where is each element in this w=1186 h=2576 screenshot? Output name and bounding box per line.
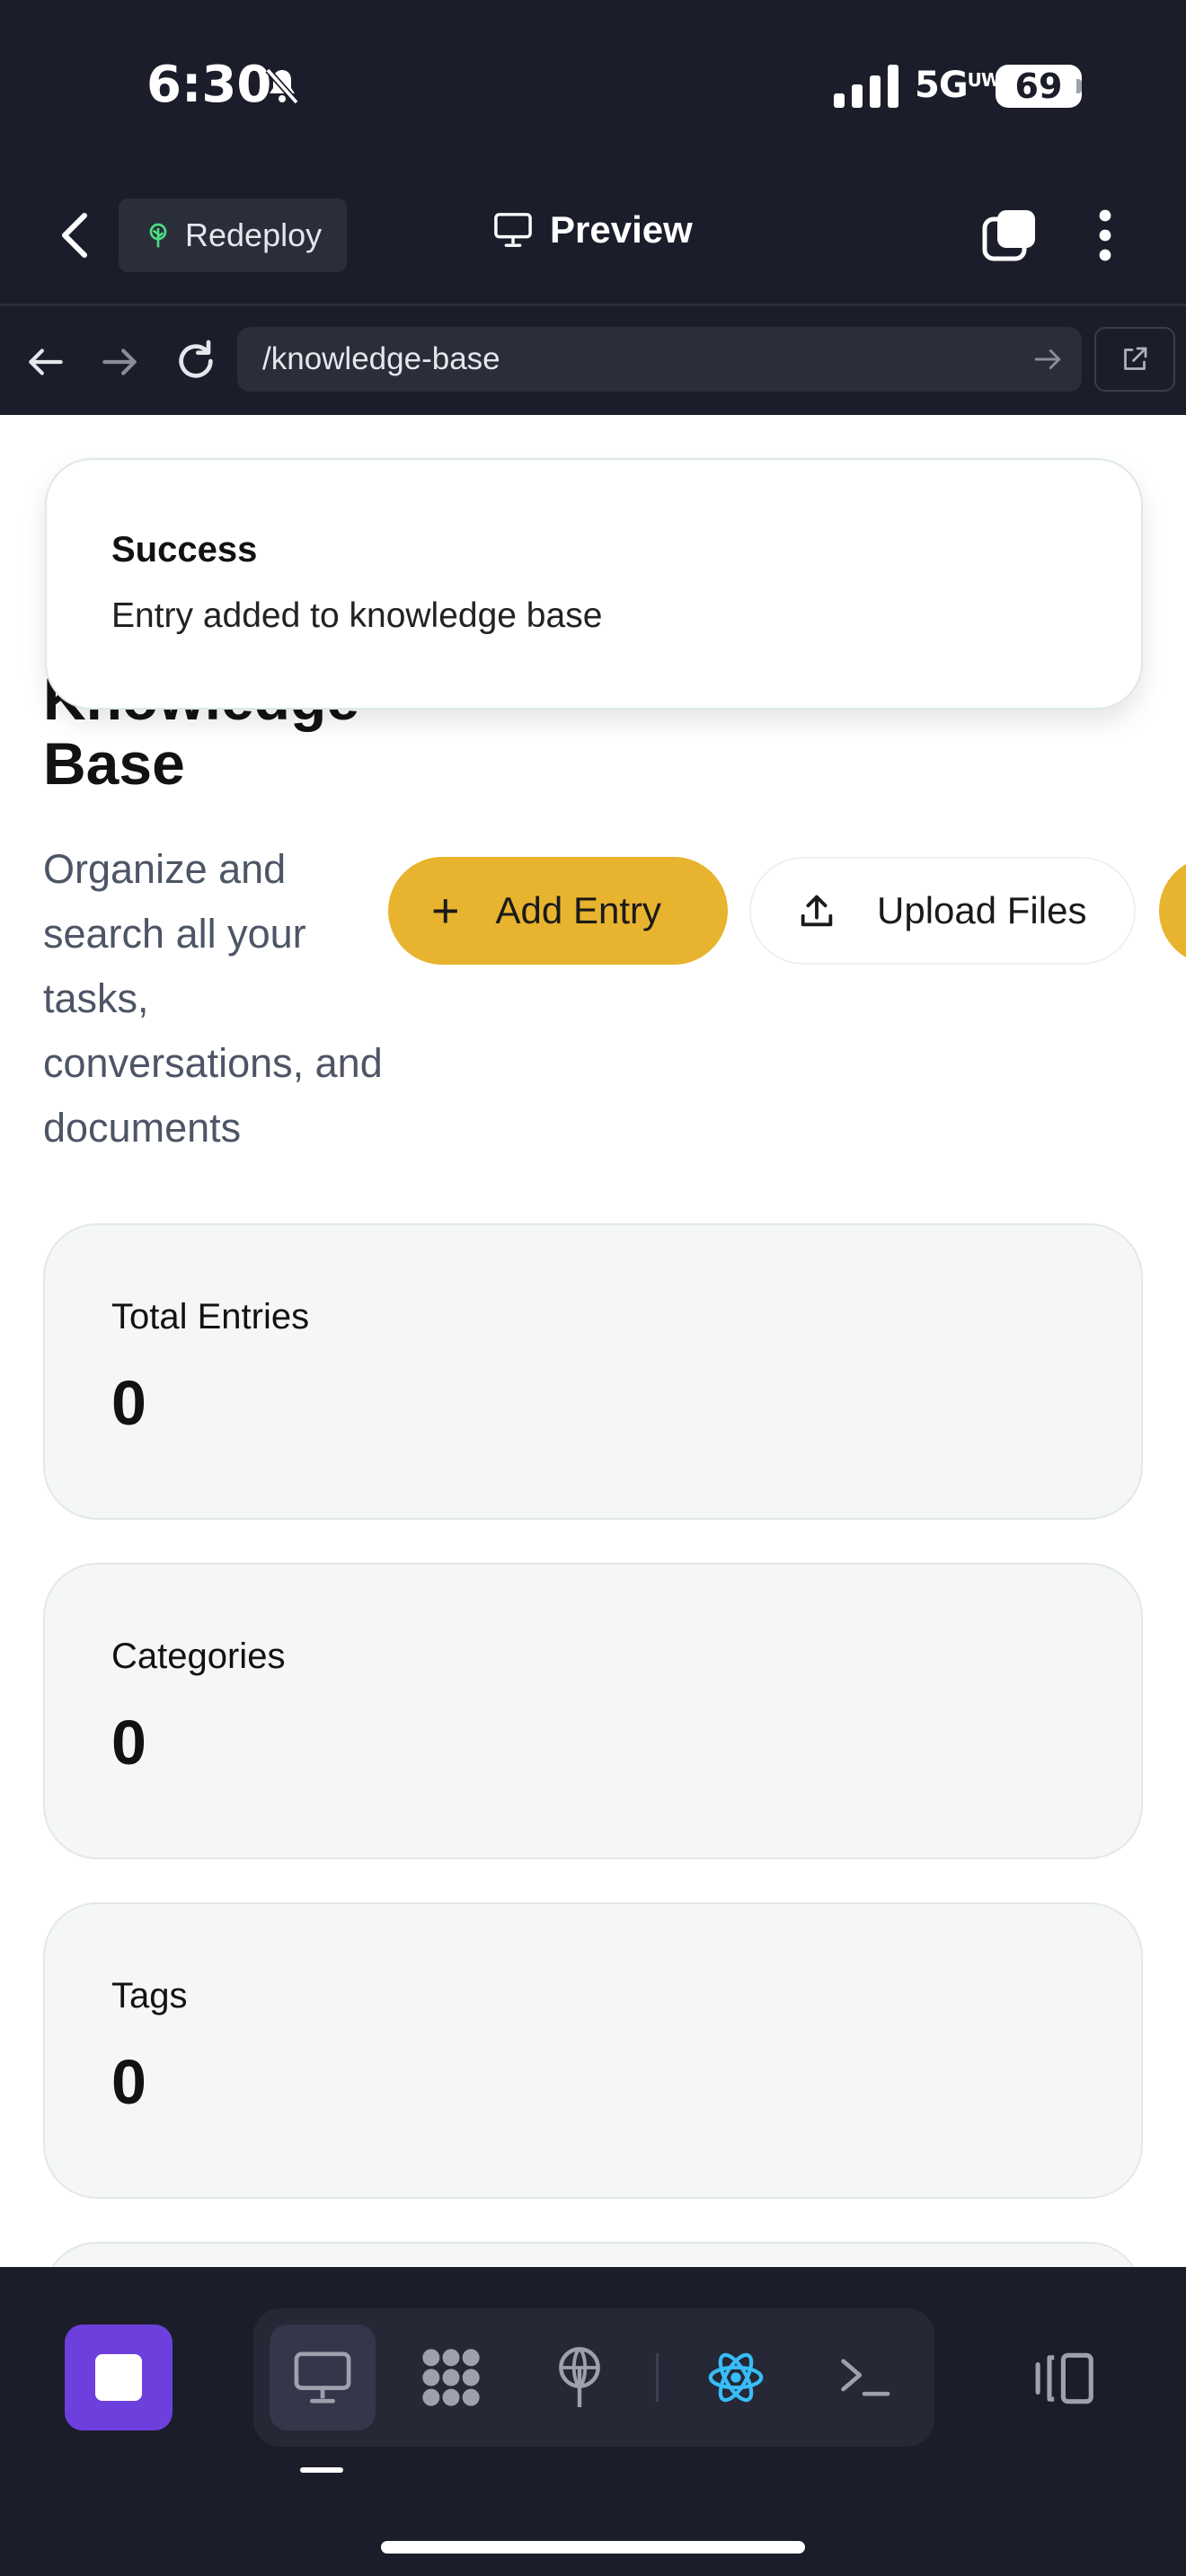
- stat-value: 0: [111, 1368, 146, 1438]
- upload-icon: [801, 895, 833, 927]
- toast-description: Entry added to knowledge base: [111, 596, 603, 635]
- preview-label: Preview: [550, 208, 693, 251]
- panel-toggle-icon[interactable]: [1033, 2350, 1098, 2407]
- arrow-left-icon[interactable]: [23, 340, 68, 384]
- upload-files-button[interactable]: Upload Files: [749, 857, 1136, 965]
- tool-grid[interactable]: [398, 2325, 504, 2430]
- stat-card-total-entries: Total Entries 0: [43, 1223, 1143, 1520]
- bell-slash-icon: [265, 67, 299, 105]
- success-toast[interactable]: Success Entry added to knowledge base: [45, 458, 1143, 710]
- active-tool-indicator: [300, 2467, 343, 2473]
- grid-dots-icon: [422, 2349, 480, 2406]
- stat-card-categories: Categories 0: [43, 1563, 1143, 1859]
- tool-separator: [656, 2353, 659, 2402]
- battery-level: 69: [996, 65, 1082, 108]
- stat-label: Categories: [111, 1636, 286, 1676]
- tool-deploy[interactable]: [527, 2325, 633, 2430]
- add-entry-button[interactable]: + Add Entry: [388, 857, 728, 965]
- more-vertical-icon[interactable]: [1089, 207, 1121, 264]
- network-type: 5GUW: [915, 65, 1001, 106]
- open-external-button[interactable]: [1094, 327, 1175, 392]
- tool-terminal[interactable]: [811, 2325, 917, 2430]
- upload-files-label: Upload Files: [877, 889, 1087, 931]
- stat-card-partial: [43, 2242, 1143, 2267]
- redeploy-label: Redeploy: [185, 216, 323, 253]
- stat-value: 0: [111, 1707, 146, 1778]
- url-bar[interactable]: /knowledge-base: [237, 327, 1082, 392]
- terminal-icon: [841, 2359, 890, 2396]
- status-time: 6:30: [146, 56, 272, 114]
- stat-label: Tags: [111, 1976, 188, 2016]
- plus-icon: +: [431, 884, 460, 938]
- page-subtitle: Organize and search all your tasks, conv…: [43, 846, 383, 1151]
- url-text: /knowledge-base: [262, 341, 500, 376]
- tool-preview[interactable]: [270, 2325, 376, 2430]
- tree-icon: [149, 223, 167, 248]
- stop-button[interactable]: [65, 2325, 173, 2430]
- stat-card-tags: Tags 0: [43, 1902, 1143, 2199]
- app-bar-divider: [0, 304, 1186, 306]
- monitor-icon: [494, 213, 532, 247]
- antenna-icon: [559, 2347, 600, 2407]
- open-external-icon: [1124, 347, 1147, 370]
- stop-icon: [95, 2354, 142, 2401]
- signal-bars-icon: [834, 65, 898, 108]
- reload-icon[interactable]: [171, 336, 221, 386]
- redeploy-button[interactable]: Redeploy: [119, 198, 347, 272]
- stat-value: 0: [111, 2047, 146, 2117]
- toast-title: Success: [111, 530, 258, 569]
- web-content: Knowledge Base Organize and search all y…: [0, 415, 1186, 2267]
- arrow-right-icon[interactable]: [97, 340, 142, 384]
- tool-react[interactable]: [683, 2325, 789, 2430]
- battery-tip: [1076, 79, 1082, 93]
- add-entry-label: Add Entry: [495, 889, 661, 931]
- monitor-icon: [294, 2351, 351, 2404]
- stat-label: Total Entries: [111, 1297, 310, 1337]
- tabs-icon[interactable]: [981, 207, 1039, 264]
- more-actions-button[interactable]: [1159, 857, 1186, 965]
- react-icon: [708, 2352, 764, 2403]
- url-go-arrow-icon[interactable]: [1030, 345, 1066, 374]
- preview-title[interactable]: Preview: [492, 208, 693, 251]
- home-indicator: [381, 2541, 805, 2554]
- chevron-left-icon[interactable]: [54, 208, 97, 262]
